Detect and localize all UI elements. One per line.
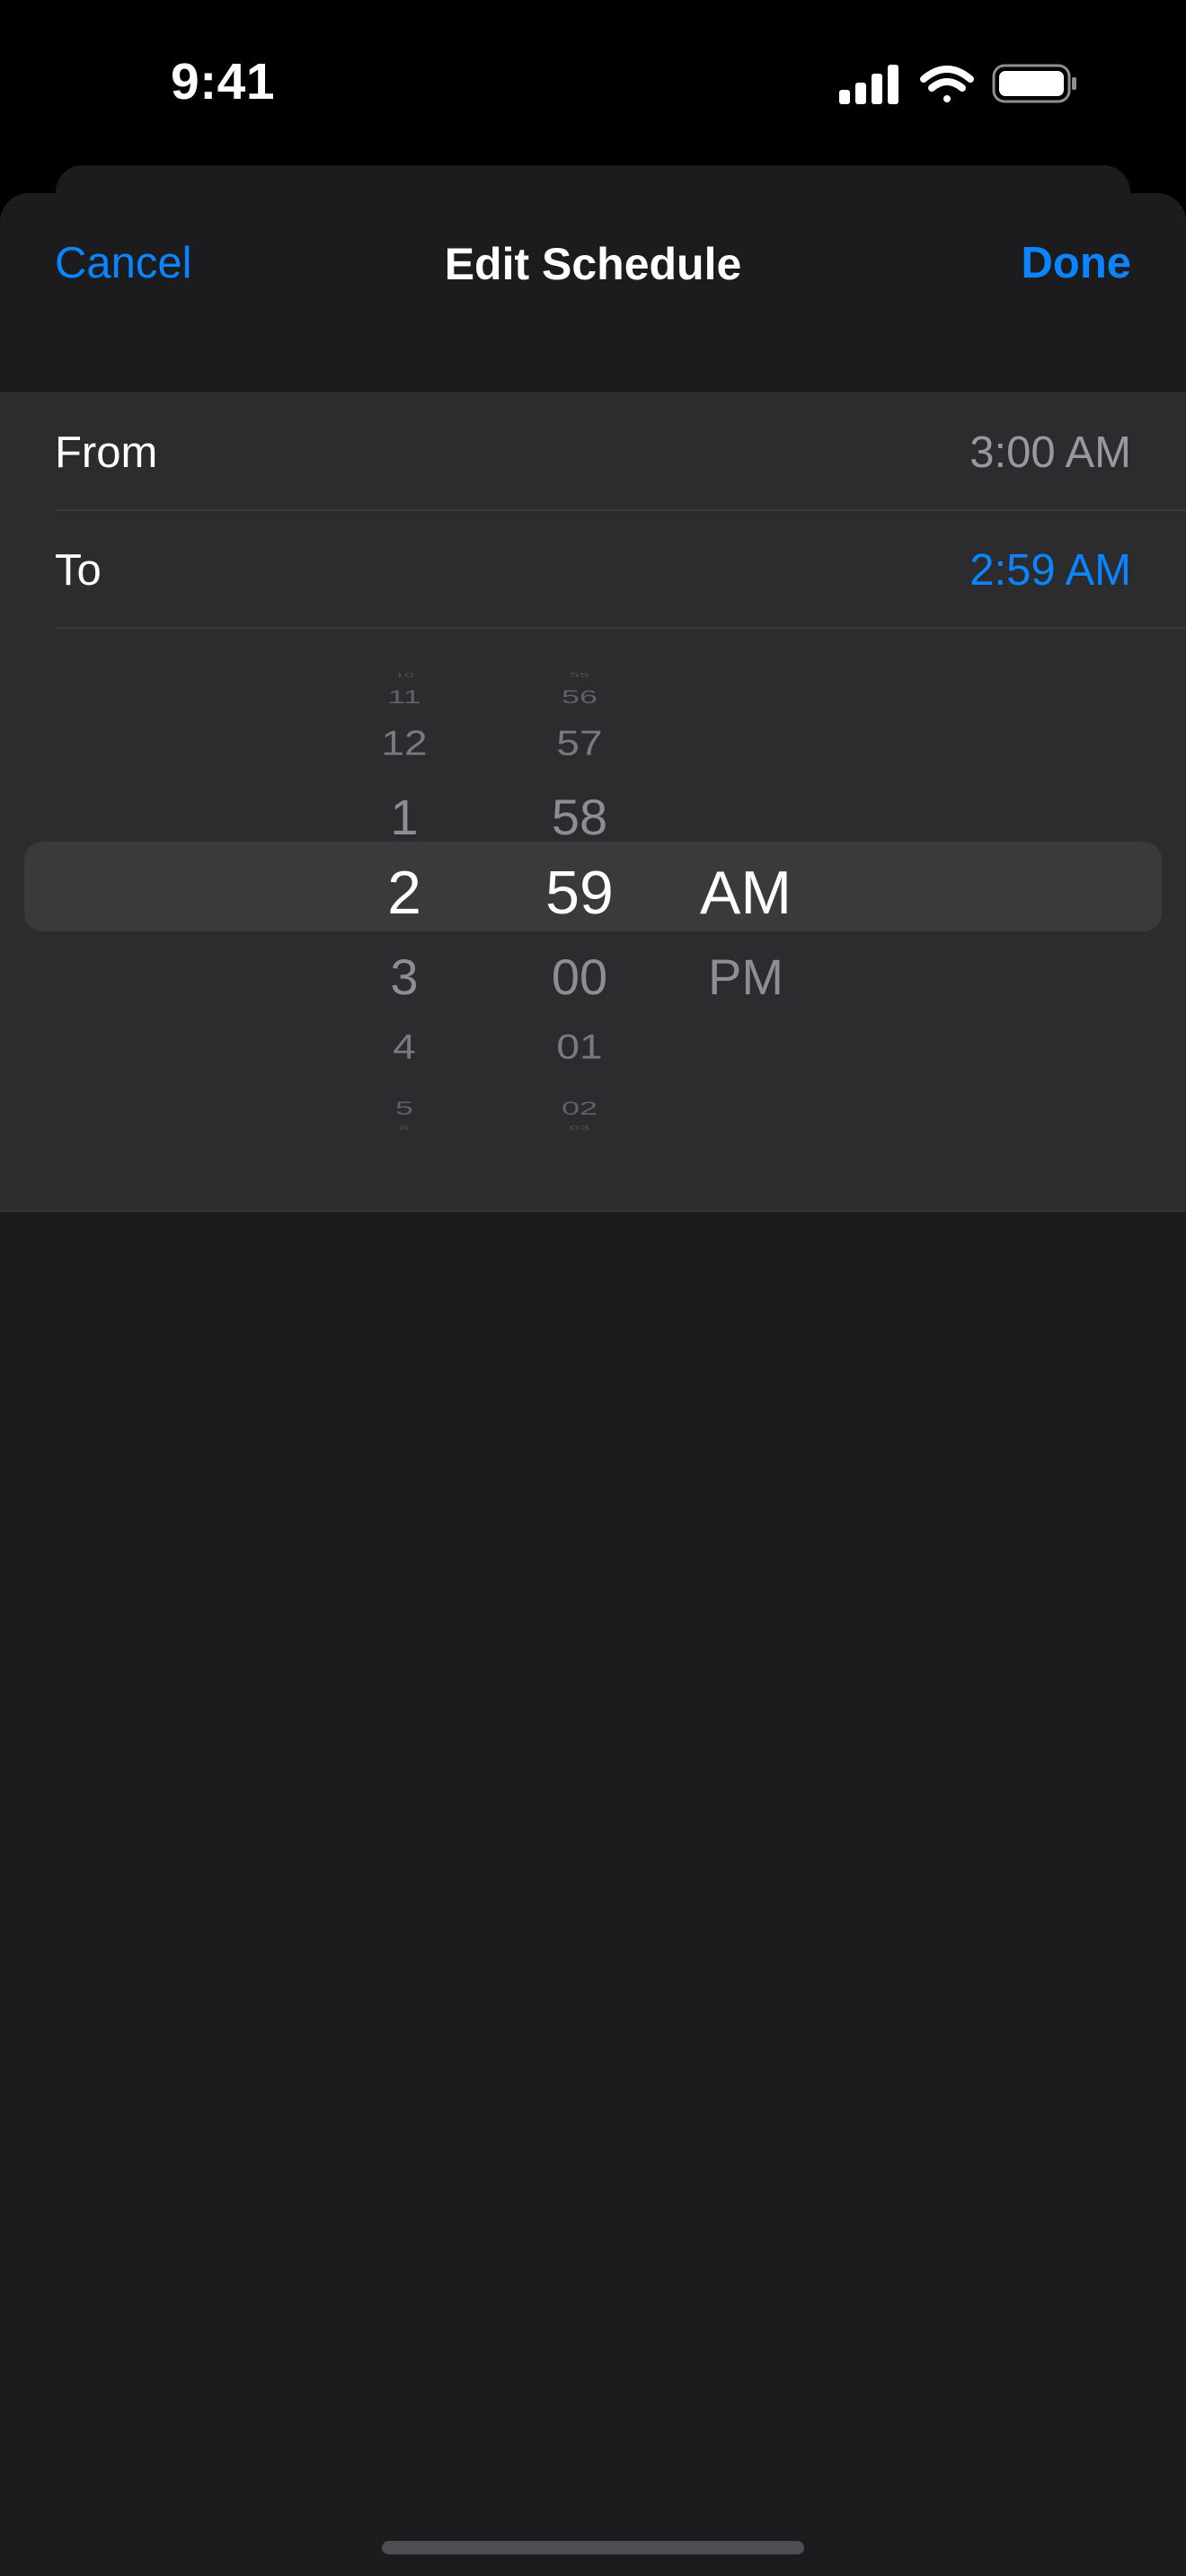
cellular-signal-icon <box>839 65 898 104</box>
ampm-wheel[interactable]: AM PM <box>683 663 809 1166</box>
to-row[interactable]: To 2:59 AM <box>0 511 1186 628</box>
from-label: From <box>55 428 158 477</box>
hour-option: 3 <box>390 948 419 1005</box>
minute-option: 03 <box>569 1125 590 1132</box>
to-label: To <box>55 546 102 595</box>
hour-option: 10 <box>394 672 415 679</box>
home-indicator[interactable] <box>382 2541 804 2554</box>
wifi-icon <box>920 66 974 102</box>
minute-option: 55 <box>569 672 590 679</box>
hour-option: 4 <box>393 1026 416 1067</box>
battery-icon <box>992 64 1076 103</box>
minute-option: 01 <box>556 1026 603 1067</box>
hour-option: 6 <box>399 1125 410 1132</box>
time-picker: 10 11 12 1 2 3 4 5 6 55 56 57 58 59 00 0… <box>0 663 1186 1166</box>
minute-option: 58 <box>551 789 608 845</box>
to-time-value[interactable]: 2:59 AM <box>969 545 1131 595</box>
status-time: 9:41 <box>171 53 276 110</box>
sheet-title: Edit Schedule <box>444 239 742 289</box>
ampm-option: PM <box>708 948 783 1005</box>
hour-option: 12 <box>381 722 428 763</box>
hour-wheel[interactable]: 10 11 12 1 2 3 4 5 6 <box>341 663 467 1166</box>
minute-option: 56 <box>561 685 598 708</box>
minute-option-selected: 59 <box>545 859 614 927</box>
done-button[interactable]: Done <box>1022 238 1132 288</box>
edit-schedule-sheet: Cancel Edit Schedule Done From 3:00 AM T… <box>0 193 1186 2576</box>
from-time-value[interactable]: 3:00 AM <box>969 428 1131 478</box>
hour-option: 11 <box>387 685 421 708</box>
status-icons <box>839 63 1082 108</box>
minute-option: 00 <box>551 948 608 1005</box>
hour-option: 1 <box>390 789 419 845</box>
status-bar: 9:41 <box>0 0 1186 171</box>
minute-option: 57 <box>556 722 603 763</box>
from-row[interactable]: From 3:00 AM <box>0 393 1186 510</box>
minute-wheel[interactable]: 55 56 57 58 59 00 01 02 03 <box>521 663 638 1166</box>
hour-option-selected: 2 <box>387 859 421 927</box>
hour-option: 5 <box>394 1097 414 1119</box>
ampm-option-selected: AM <box>700 859 792 927</box>
schedule-group: From 3:00 AM To 2:59 AM 10 11 12 1 2 3 4… <box>0 393 1186 1212</box>
row-divider <box>55 627 1186 629</box>
minute-option: 02 <box>561 1097 598 1119</box>
